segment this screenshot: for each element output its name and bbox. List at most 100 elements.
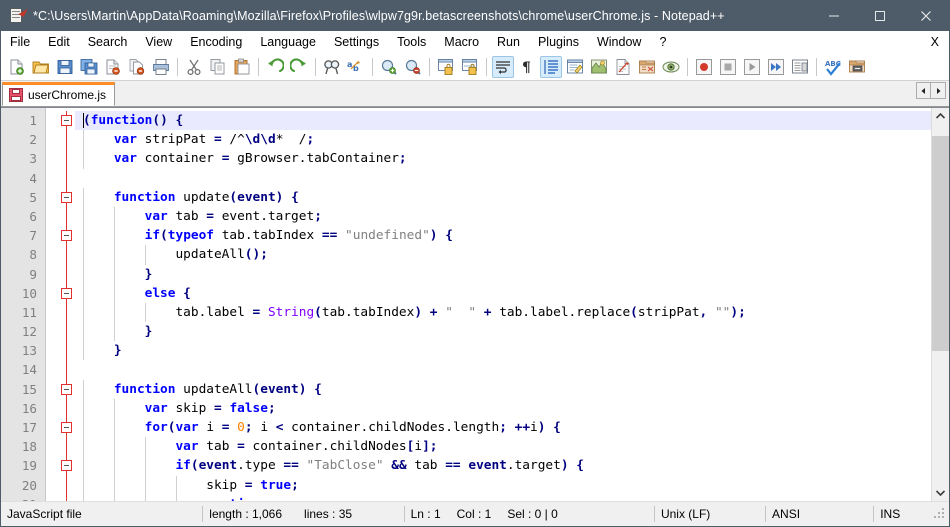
menu-item-tools[interactable]: Tools <box>388 32 435 54</box>
fold-collapse-box[interactable] <box>61 422 72 433</box>
fold-collapse-box[interactable] <box>61 230 72 242</box>
code-line[interactable]: var tab = container.childNodes[i]; <box>75 437 931 457</box>
code-line[interactable]: for(var i = 0; i < container.childNodes.… <box>75 418 931 438</box>
fold-collapse-box[interactable] <box>61 115 72 126</box>
menu-item-macro[interactable]: Macro <box>435 32 488 54</box>
vertical-scrollbar[interactable] <box>931 108 949 501</box>
fold-row[interactable] <box>59 264 75 284</box>
fold-row[interactable] <box>59 322 75 342</box>
fold-row[interactable] <box>59 245 75 265</box>
code-line[interactable]: skip = true; <box>75 475 931 495</box>
scrollbar-track[interactable] <box>932 125 949 484</box>
open-file-icon[interactable] <box>30 56 52 78</box>
fold-row[interactable] <box>59 111 75 131</box>
save-icon[interactable] <box>54 56 76 78</box>
code-line[interactable]: else { <box>75 283 931 303</box>
spell-check-icon[interactable]: ABC <box>822 56 844 78</box>
code-line[interactable]: function updateAll(event) { <box>75 379 931 399</box>
fold-row[interactable] <box>59 226 75 246</box>
word-wrap-icon[interactable] <box>492 56 514 78</box>
paste-icon[interactable] <box>231 56 253 78</box>
fold-row[interactable] <box>59 341 75 361</box>
menu-item-settings[interactable]: Settings <box>325 32 388 54</box>
code-line[interactable]: var container = gBrowser.tabContainer; <box>75 149 931 169</box>
menu-item-encoding[interactable]: Encoding <box>181 32 251 54</box>
show-indent-guide-icon[interactable] <box>540 56 562 78</box>
fold-collapse-box[interactable] <box>61 191 72 203</box>
fold-row[interactable] <box>59 206 75 227</box>
close-document-button[interactable]: X <box>925 32 949 53</box>
bookmark-margin[interactable] <box>45 108 59 501</box>
menu-item-view[interactable]: View <box>136 32 181 54</box>
menu-item-run[interactable]: Run <box>488 32 529 54</box>
new-file-icon[interactable] <box>6 56 28 78</box>
tab-scroll-left-button[interactable] <box>916 82 931 99</box>
fold-row[interactable] <box>59 398 75 418</box>
code-line[interactable] <box>75 360 931 379</box>
code-line[interactable]: function update(event) { <box>75 187 931 207</box>
copy-icon[interactable] <box>207 56 229 78</box>
close-file-icon[interactable] <box>102 56 124 78</box>
code-line[interactable]: var skip = false; <box>75 398 931 418</box>
fold-row[interactable] <box>59 149 75 169</box>
zoom-in-icon[interactable] <box>378 56 400 78</box>
code-line[interactable]: if(event.type == "TabClose" && tab == ev… <box>75 456 931 476</box>
sync-horizontal-scroll-icon[interactable] <box>459 56 481 78</box>
scintilla-editor[interactable]: 123456789101112131415161718192021 (funct… <box>1 108 931 501</box>
print-icon[interactable] <box>150 56 172 78</box>
zoom-out-icon[interactable] <box>402 56 424 78</box>
save-all-icon[interactable] <box>78 56 100 78</box>
minimize-button[interactable] <box>811 1 857 31</box>
fold-row[interactable] <box>59 494 75 501</box>
code-text-area[interactable]: (function() { var stripPat = /^\d\d* /; … <box>75 108 931 501</box>
fold-row[interactable] <box>59 187 75 207</box>
menu-item-language[interactable]: Language <box>251 32 325 54</box>
run-icon[interactable] <box>846 56 868 78</box>
fold-row[interactable] <box>59 456 75 476</box>
scroll-up-button[interactable] <box>932 108 949 125</box>
user-defined-dialog-icon[interactable] <box>564 56 586 78</box>
redo-icon[interactable] <box>288 56 310 78</box>
cut-icon[interactable] <box>183 56 205 78</box>
fold-row[interactable] <box>59 302 75 323</box>
close-button[interactable] <box>903 1 949 31</box>
fold-row[interactable] <box>59 168 75 188</box>
folder-as-workspace-icon[interactable] <box>636 56 658 78</box>
record-macro-icon[interactable] <box>693 56 715 78</box>
menu-item-search[interactable]: Search <box>79 32 137 54</box>
code-line[interactable]: updateAll(); <box>75 245 931 265</box>
code-line[interactable]: tab.label = String(tab.tabIndex) + " " +… <box>75 302 931 323</box>
sync-vertical-scroll-icon[interactable] <box>435 56 457 78</box>
fold-row[interactable] <box>59 360 75 380</box>
tab-userchrome-js[interactable]: userChrome.js <box>2 82 116 106</box>
fold-row[interactable] <box>59 475 75 495</box>
code-line[interactable]: (function() { <box>75 111 931 131</box>
undo-icon[interactable] <box>264 56 286 78</box>
fold-row[interactable] <box>59 130 75 150</box>
fold-row[interactable] <box>59 283 75 303</box>
fold-collapse-box[interactable] <box>61 287 72 299</box>
close-all-files-icon[interactable] <box>126 56 148 78</box>
save-macro-icon[interactable] <box>789 56 811 78</box>
find-icon[interactable] <box>321 56 343 78</box>
function-list-icon[interactable] <box>612 56 634 78</box>
code-line[interactable]: } <box>75 341 931 361</box>
code-line[interactable]: } <box>75 322 931 342</box>
menu-item-file[interactable]: File <box>1 32 39 54</box>
stop-macro-icon[interactable] <box>717 56 739 78</box>
monitoring-icon[interactable] <box>660 56 682 78</box>
tab-scroll-right-button[interactable] <box>931 82 946 99</box>
show-all-characters-icon[interactable]: ¶ <box>516 56 538 78</box>
code-line[interactable]: var stripPat = /^\d\d* /; <box>75 130 931 150</box>
run-macro-multiple-icon[interactable] <box>765 56 787 78</box>
maximize-button[interactable] <box>857 1 903 31</box>
resize-grip[interactable] <box>933 507 947 521</box>
scrollbar-thumb[interactable] <box>932 135 949 352</box>
fold-margin[interactable] <box>59 108 75 501</box>
menu-item-edit[interactable]: Edit <box>39 32 79 54</box>
menu-item-plugins[interactable]: Plugins <box>529 32 588 54</box>
fold-collapse-box[interactable] <box>61 383 72 395</box>
menu-item-window[interactable]: Window <box>588 32 650 54</box>
scroll-down-button[interactable] <box>932 484 949 501</box>
fold-row[interactable] <box>59 418 75 438</box>
